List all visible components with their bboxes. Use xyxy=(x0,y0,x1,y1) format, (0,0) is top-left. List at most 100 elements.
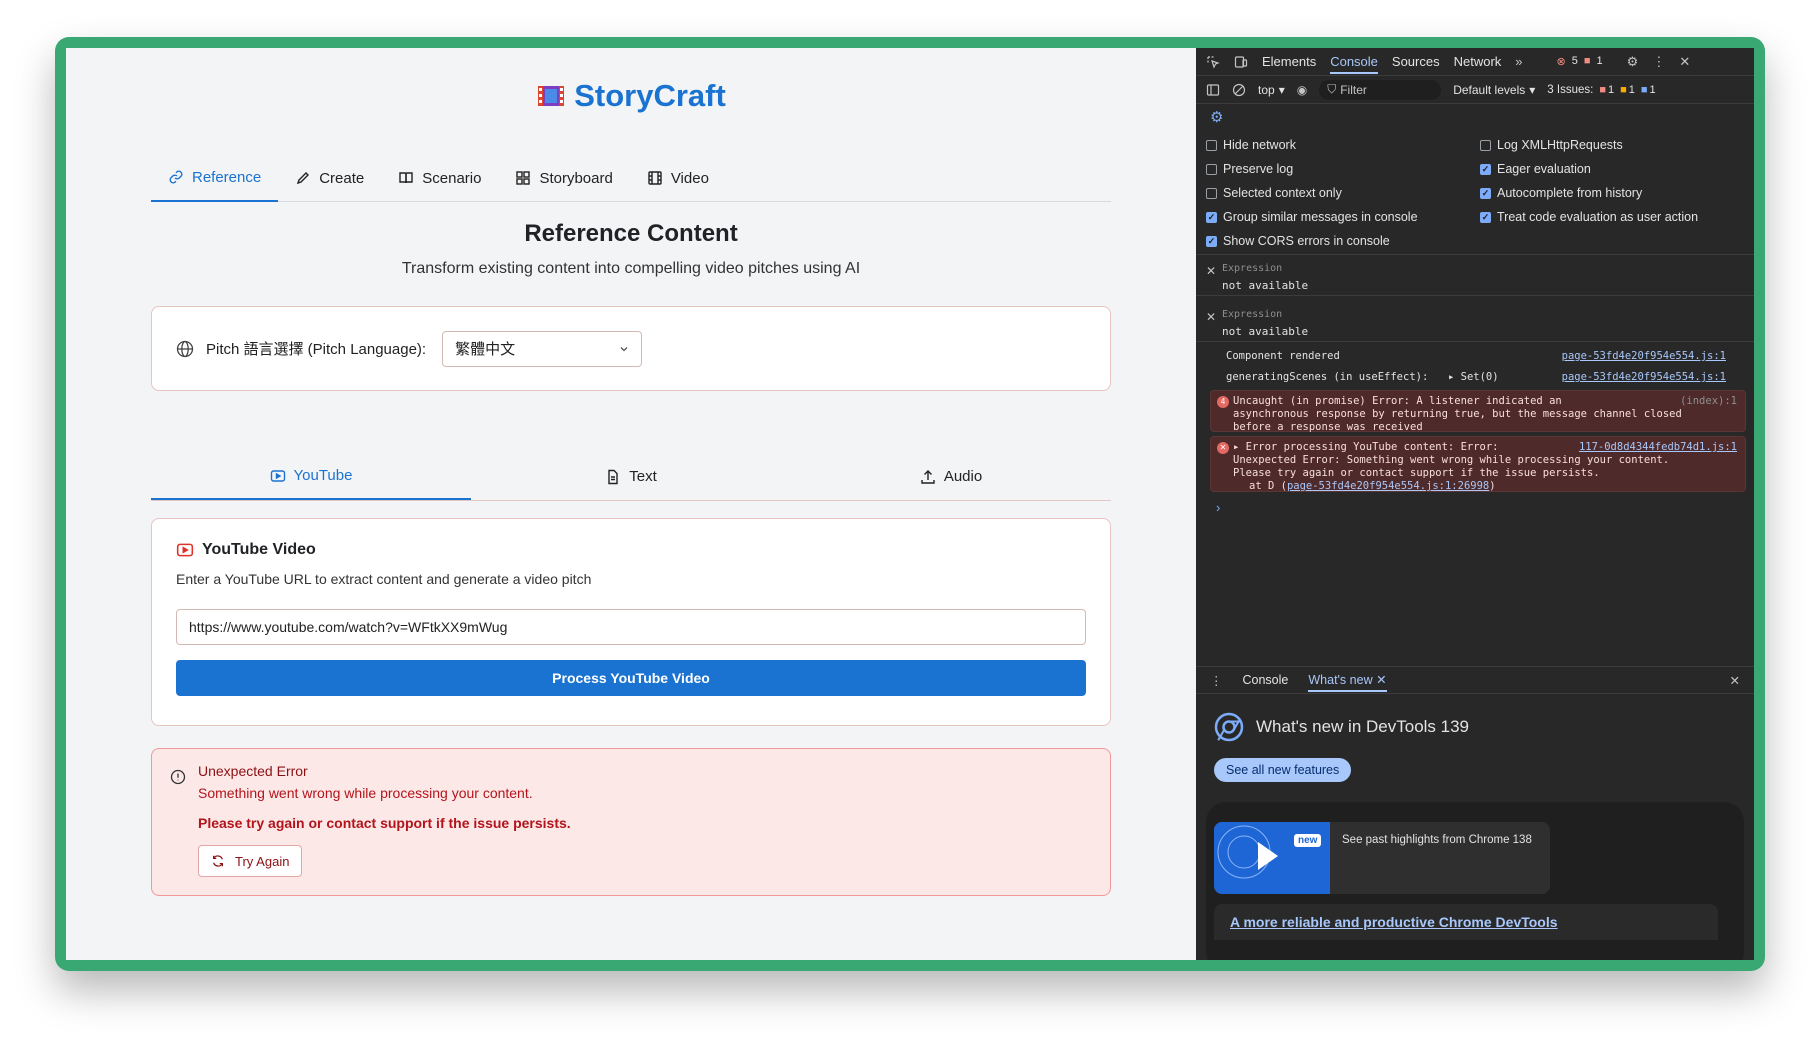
devtools-counts[interactable]: ⊗ 5 ■ 1 xyxy=(1557,55,1603,68)
setting-selected-context[interactable]: Selected context only xyxy=(1206,186,1342,200)
drawer-menu-icon[interactable]: ⋮ xyxy=(1210,673,1223,688)
error-x-icon: ✕ xyxy=(1217,442,1229,454)
highlight-thumbnail: new xyxy=(1214,822,1330,894)
book-icon xyxy=(399,172,413,184)
tab-video[interactable]: Video xyxy=(630,154,726,202)
error-alert: Unexpected Error Something went wrong wh… xyxy=(151,748,1111,896)
kebab-menu-icon[interactable]: ⋮ xyxy=(1652,54,1665,70)
log-expandable-set[interactable]: ▸ Set(0) xyxy=(1448,371,1499,383)
remove-expression-icon[interactable]: ✕ xyxy=(1206,264,1216,278)
eye-icon[interactable]: ◉ xyxy=(1297,83,1307,97)
drawer-tab-console[interactable]: Console xyxy=(1243,673,1289,687)
film-logo-icon xyxy=(538,86,565,106)
alert-circle-icon xyxy=(170,769,186,785)
checkbox-checked: ✓ xyxy=(1480,187,1491,199)
drawer-tab-whats-new[interactable]: What's new ✕ xyxy=(1308,668,1387,692)
levels-select[interactable]: Default levels ▾ xyxy=(1453,83,1535,97)
checkbox xyxy=(1206,139,1217,151)
setting-label: Autocomplete from history xyxy=(1497,186,1643,200)
device-toolbar-icon[interactable] xyxy=(1234,55,1248,69)
tab-audio[interactable]: Audio xyxy=(791,453,1111,500)
error-repeat-count: 4 xyxy=(1217,396,1229,408)
close-tab-icon[interactable]: ✕ xyxy=(1376,673,1386,687)
close-drawer-icon[interactable]: ✕ xyxy=(1730,673,1740,688)
more-tabs-icon[interactable]: » xyxy=(1515,54,1522,69)
console-settings-gear-icon[interactable]: ⚙ xyxy=(1210,108,1223,126)
setting-preserve-log[interactable]: Preserve log xyxy=(1206,162,1293,176)
expression-label[interactable]: Expression xyxy=(1222,263,1282,274)
tab-reference[interactable]: Reference xyxy=(151,154,279,202)
error-count: 5 xyxy=(1571,55,1578,67)
devtools-tab-network[interactable]: Network xyxy=(1454,54,1502,69)
youtube-url-input[interactable] xyxy=(176,609,1086,645)
language-selected-value: 繁體中文 xyxy=(455,341,516,358)
checkbox-checked: ✓ xyxy=(1206,235,1217,247)
setting-group-similar[interactable]: ✓ Group similar messages in console xyxy=(1206,210,1418,224)
error-count-icon: ⊗ xyxy=(1556,56,1566,68)
setting-hide-network[interactable]: Hide network xyxy=(1206,138,1296,152)
stack-link[interactable]: page-53fd4e20f954e554.js:1:26998 xyxy=(1287,480,1489,492)
issues-red-badge: ■ 1 xyxy=(1599,83,1615,96)
console-settings: Hide network Preserve log Selected conte… xyxy=(1196,132,1754,255)
tab-label: Reference xyxy=(192,168,262,186)
tab-scenario[interactable]: Scenario xyxy=(381,154,498,202)
youtube-card-title: YouTube Video xyxy=(176,541,1086,559)
remove-expression-icon[interactable]: ✕ xyxy=(1206,310,1216,324)
process-youtube-button[interactable]: Process YouTube Video xyxy=(176,660,1086,696)
settings-gear-icon[interactable]: ⚙ xyxy=(1627,54,1639,70)
context-select[interactable]: top ▾ xyxy=(1258,83,1285,97)
page-subtitle: Transform existing content into compelli… xyxy=(401,260,861,277)
error-line: Uncaught (in promise) Error: A listener … xyxy=(1233,395,1737,408)
setting-label: Log XMLHttpRequests xyxy=(1497,138,1623,152)
error-title: Unexpected Error xyxy=(198,763,308,779)
setting-treat-user-action[interactable]: ✓ Treat code evaluation as user action xyxy=(1480,210,1698,224)
checkbox xyxy=(1206,163,1217,175)
highlight-text: See past highlights from Chrome 138 xyxy=(1342,834,1532,846)
tab-create[interactable]: Create xyxy=(278,154,381,202)
tab-text[interactable]: Text xyxy=(471,453,791,500)
see-all-features-button[interactable]: See all new features xyxy=(1214,758,1352,782)
setting-log-xhr[interactable]: Log XMLHttpRequests xyxy=(1480,138,1623,152)
error-text[interactable]: ▸ Error processing YouTube content: Erro… xyxy=(1233,441,1499,454)
setting-label: Show CORS errors in console xyxy=(1223,234,1390,248)
setting-label: Eager evaluation xyxy=(1497,162,1591,176)
language-select[interactable]: 繁體中文 xyxy=(442,330,643,367)
error-hint: Please try again or contact support if t… xyxy=(198,815,571,831)
article-link[interactable]: A more reliable and productive Chrome De… xyxy=(1230,914,1558,930)
filter-placeholder: Filter xyxy=(1340,82,1367,97)
inspect-icon[interactable] xyxy=(1206,55,1220,69)
devtools-tab-sources[interactable]: Sources xyxy=(1392,54,1440,69)
tab-youtube[interactable]: YouTube xyxy=(151,453,471,500)
page-title: Reference Content xyxy=(524,220,738,247)
expression-label[interactable]: Expression xyxy=(1222,309,1282,320)
error-line: ▸ Error processing YouTube content: Erro… xyxy=(1233,441,1737,454)
error-text: Uncaught (in promise) Error: A listener … xyxy=(1233,395,1562,407)
devtools-tab-elements[interactable]: Elements xyxy=(1262,54,1316,69)
warning-count: 1 xyxy=(1596,55,1603,67)
console-prompt-icon[interactable]: › xyxy=(1216,500,1220,515)
tab-storyboard[interactable]: Storyboard xyxy=(498,154,629,202)
log-source-link[interactable]: page-53fd4e20f954e554.js:1 xyxy=(1562,350,1726,362)
error-source-link[interactable]: 117-0d8d4344fedb74d1.js:1 xyxy=(1579,441,1737,454)
upload-icon xyxy=(921,469,935,484)
clear-console-icon[interactable] xyxy=(1232,83,1246,97)
try-again-button[interactable]: Try Again xyxy=(198,845,303,877)
devtools-tab-console[interactable]: Console xyxy=(1330,49,1378,74)
console-filter-input[interactable]: ⛉ Filter xyxy=(1319,79,1442,100)
context-value: top xyxy=(1258,82,1275,97)
sidebar-toggle-icon[interactable] xyxy=(1206,83,1220,97)
error-source[interactable]: (index):1 xyxy=(1680,395,1737,408)
log-source-link[interactable]: page-53fd4e20f954e554.js:1 xyxy=(1562,371,1726,383)
stack-prefix: at D ( xyxy=(1249,480,1287,492)
highlight-card[interactable]: new See past highlights from Chrome 138 xyxy=(1214,822,1550,894)
issues-red-count: 1 xyxy=(1607,83,1615,96)
close-devtools-icon[interactable]: ✕ xyxy=(1679,54,1690,70)
setting-cors-errors[interactable]: ✓ Show CORS errors in console xyxy=(1206,234,1390,248)
issues-indicator[interactable]: 3 Issues: ■ 1 ■ 1 ■ 1 xyxy=(1547,84,1655,96)
issues-blue-count: 1 xyxy=(1649,83,1656,96)
live-expression: ✕ Expression not available xyxy=(1196,256,1754,296)
dropdown-arrow-icon: ▾ xyxy=(1278,82,1285,97)
setting-eager-eval[interactable]: ✓ Eager evaluation xyxy=(1480,162,1591,176)
console-error-row: ✕ ▸ Error processing YouTube content: Er… xyxy=(1210,436,1746,492)
setting-autocomplete[interactable]: ✓ Autocomplete from history xyxy=(1480,186,1642,200)
